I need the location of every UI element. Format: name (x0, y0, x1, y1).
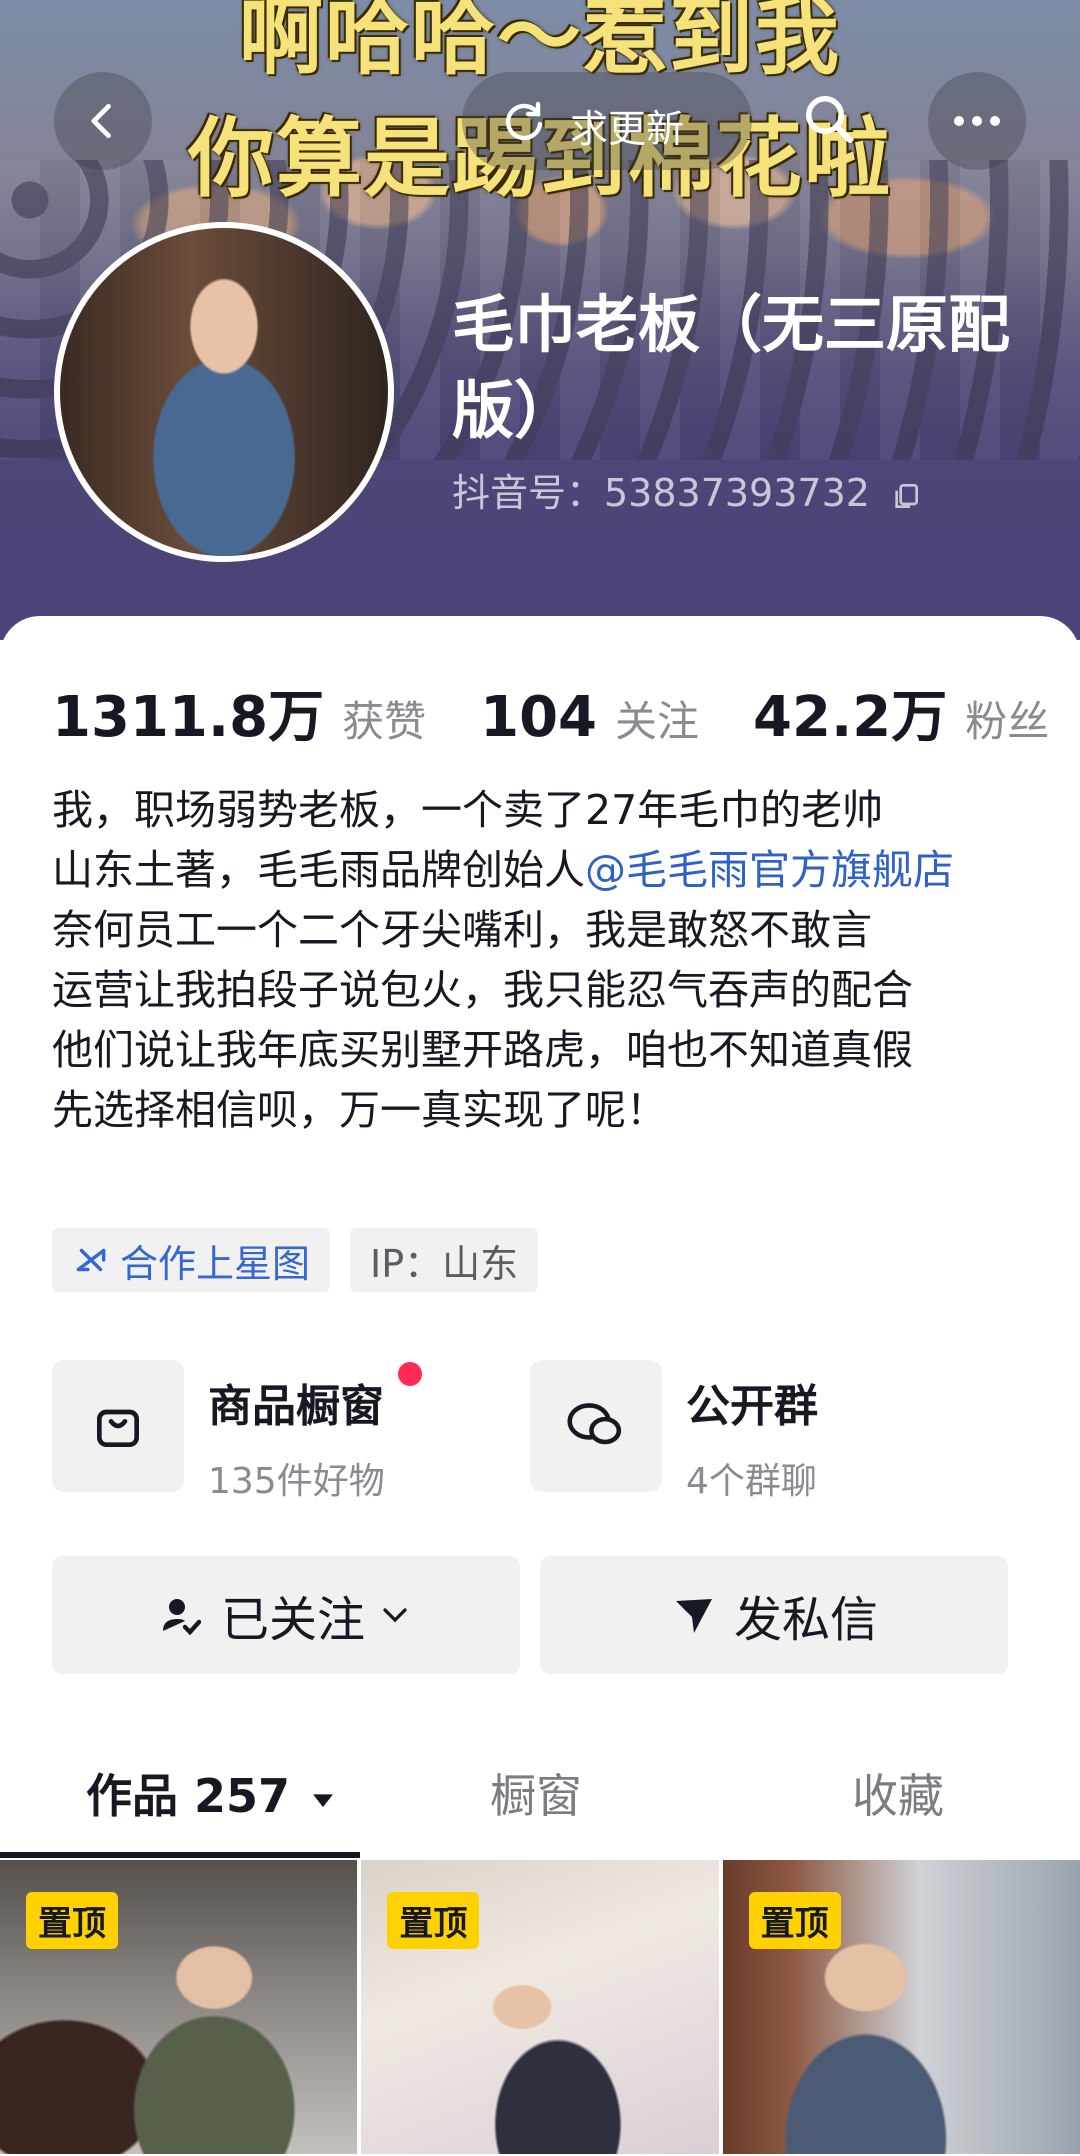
send-message-label: 发私信 (733, 1592, 878, 1648)
avatar[interactable] (54, 222, 394, 562)
douyin-id[interactable]: 抖音号：53837393732 (452, 462, 922, 517)
copy-icon[interactable] (890, 480, 922, 512)
send-icon (675, 1599, 712, 1633)
followed-button[interactable]: 已关注 (52, 1556, 520, 1674)
bio: 我，职场弱势老板，一个卖了27年毛巾的老帅 山东土著，毛毛雨品牌创始人@毛毛雨官… (52, 780, 1052, 1140)
chevron-left-icon (91, 103, 111, 139)
bio-line-text: 山东土著，毛毛雨品牌创始人 (52, 846, 585, 894)
mention-link[interactable]: @毛毛雨官方旗舰店 (585, 846, 954, 894)
likes-label: 获赞 (342, 697, 427, 746)
shopping-bag-icon (97, 1409, 139, 1447)
bio-line: 先选择相信呗，万一真实现了呢！ (52, 1086, 667, 1134)
bio-line: 奈何员工一个二个牙尖嘴利，我是敢怒不敢言 (52, 906, 872, 954)
tab-shop-window[interactable]: 橱窗 (490, 1760, 582, 1826)
star-map-label: 合作上星图 (120, 1241, 311, 1286)
content-tabs: 作品 257 橱窗 收藏 (0, 1760, 1080, 1860)
following-label[interactable]: 关注 (615, 688, 699, 749)
request-update-label: 求更新 (570, 107, 685, 151)
group-chat-icon (567, 1403, 622, 1445)
bio-line: 我，职场弱势老板，一个卖了27年毛巾的老帅 (52, 786, 884, 834)
tab-favorites[interactable]: 收藏 (852, 1760, 944, 1826)
stats-row: 1311.8万 获赞 104 关注 42.2万 粉丝 (52, 672, 1049, 750)
group-entry-title: 公开群 (686, 1381, 818, 1432)
ip-location-tag: IP：山东 (350, 1228, 539, 1292)
send-message-button[interactable]: 发私信 (540, 1556, 1008, 1674)
shop-window-entry[interactable]: 商品橱窗 135件好物 (52, 1360, 385, 1504)
caret-down-icon (313, 1793, 333, 1807)
search-icon[interactable] (800, 90, 860, 150)
followers-count[interactable]: 42.2万 (753, 672, 947, 753)
active-tab-indicator (0, 1852, 360, 1858)
group-entry-text: 公开群 4个群聊 (686, 1360, 818, 1504)
group-icon-box (530, 1360, 662, 1492)
profile-nickname: 毛巾老板（无三原配版） (452, 288, 1011, 447)
pinned-badge: 置顶 (387, 1892, 480, 1949)
group-entry-subtitle: 4个群聊 (686, 1461, 817, 1502)
bio-line: 运营让我拍段子说包火，我只能忍气吞声的配合 (52, 966, 913, 1014)
shop-entry-text: 商品橱窗 135件好物 (208, 1360, 385, 1504)
notification-dot (398, 1362, 422, 1386)
shop-entry-subtitle: 135件好物 (208, 1461, 385, 1502)
douyin-id-text: 抖音号：53837393732 (452, 471, 870, 515)
followed-label: 已关注 (220, 1592, 365, 1648)
shop-entry-title: 商品橱窗 (208, 1381, 384, 1432)
video-thumbnail[interactable]: 置顶 (0, 1860, 358, 2154)
followers-label[interactable]: 粉丝 (965, 688, 1049, 749)
star-map-tag[interactable]: 合作上星图 (52, 1228, 331, 1292)
pinned-badge: 置顶 (26, 1892, 118, 1949)
bio-line: 山东土著，毛毛雨品牌创始人@毛毛雨官方旗舰店 (52, 840, 1052, 900)
video-grid: 置顶 置顶 置顶 (0, 1860, 1080, 2154)
tab-works[interactable]: 作品 257 (86, 1760, 340, 1826)
shop-icon-box (52, 1360, 184, 1492)
tab-works-label: 作品 257 (86, 1769, 291, 1823)
more-button[interactable] (928, 72, 1026, 170)
refresh-icon (505, 101, 543, 141)
star-map-icon (76, 1248, 106, 1272)
chevron-down-icon (383, 1608, 407, 1623)
public-group-entry[interactable]: 公开群 4个群聊 (530, 1360, 818, 1504)
video-thumbnail[interactable]: 置顶 (361, 1860, 719, 2154)
profile-tags: 合作上星图 IP：山东 (52, 1228, 539, 1292)
user-check-icon (162, 1599, 202, 1636)
back-button[interactable] (54, 72, 152, 170)
pinned-badge: 置顶 (748, 1892, 841, 1949)
following-count[interactable]: 104 (480, 685, 597, 750)
more-dots-icon (954, 116, 1000, 126)
likes-count: 1311.8万 (52, 685, 325, 750)
bio-line: 他们说让我年底买别墅开路虎，咱也不知道真假 (52, 1026, 913, 1074)
video-thumbnail[interactable]: 置顶 (722, 1860, 1080, 2154)
